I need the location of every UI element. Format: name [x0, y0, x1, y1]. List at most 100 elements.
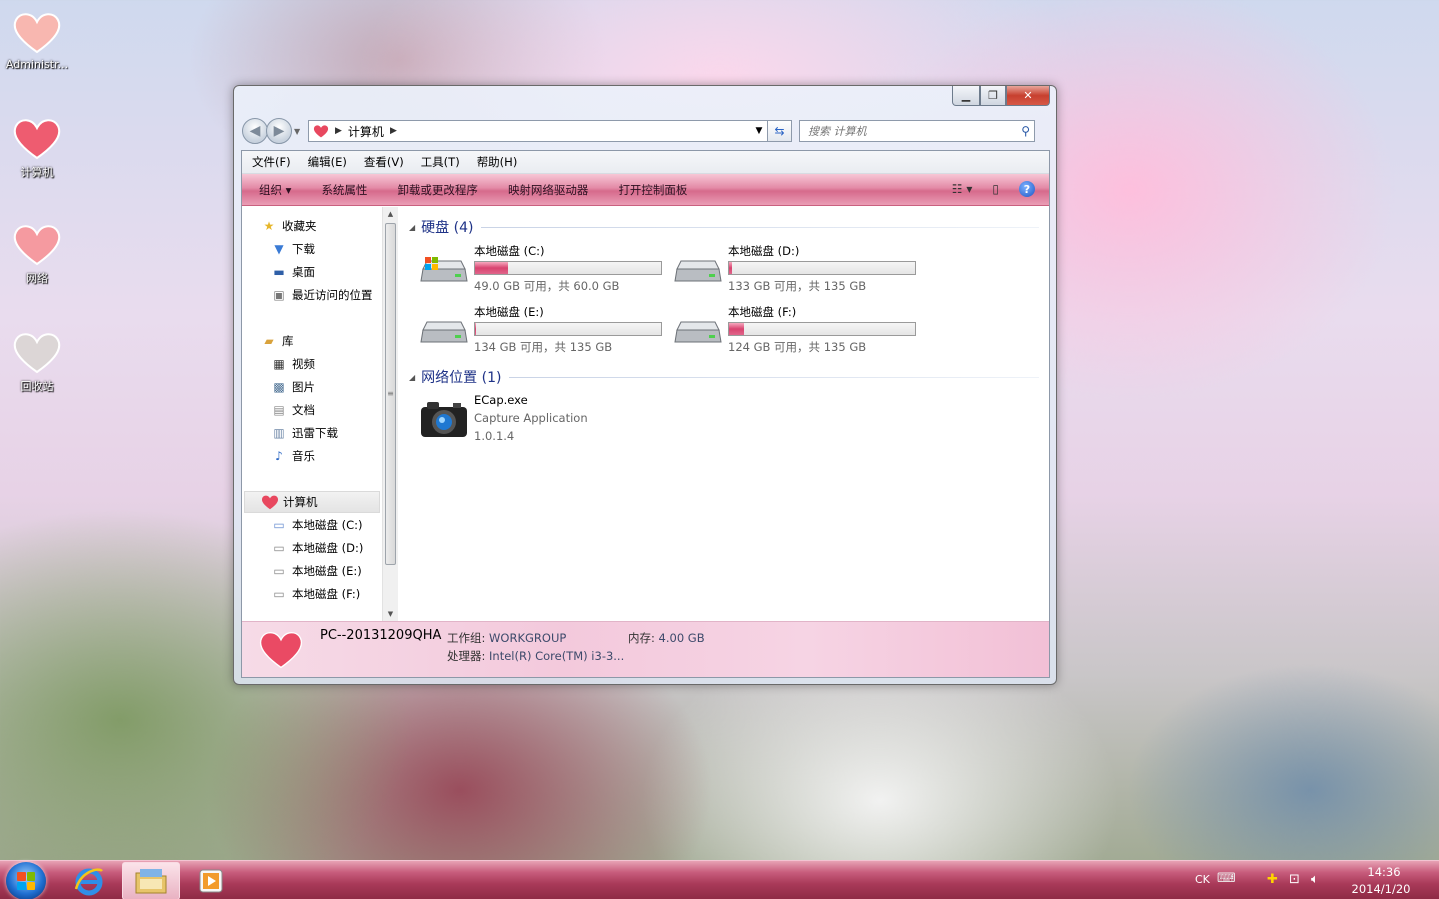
windows-logo-icon — [17, 872, 35, 890]
view-options-icon[interactable]: ☷ ▾ — [952, 182, 973, 196]
memory-label: 内存: — [628, 631, 655, 645]
breadcrumb-separator-icon[interactable]: ▶ — [390, 126, 397, 136]
address-dropdown-icon[interactable]: ▼ — [751, 126, 767, 136]
start-button[interactable] — [6, 862, 46, 899]
memory-value: 4.00 GB — [658, 631, 705, 645]
processor-value: Intel(R) Core(TM) i3-3... — [489, 649, 625, 663]
nav-documents[interactable]: ▤ 文档 — [270, 402, 315, 418]
nav-music[interactable]: ♪ 音乐 — [270, 448, 315, 464]
taskbar-internet-explorer[interactable] — [60, 862, 118, 899]
computer-heart-icon — [259, 631, 303, 669]
menu-file[interactable]: 文件(F) — [252, 154, 291, 170]
volume-icon[interactable]: 🔈︎ — [1311, 872, 1319, 887]
heart-icon — [13, 225, 61, 266]
nav-pane-scrollbar[interactable]: ▲ ≡ ▼ — [382, 207, 398, 621]
nav-computer[interactable]: 计算机 — [244, 491, 380, 513]
nav-drive-c[interactable]: ▭ 本地磁盘 (C:) — [270, 517, 362, 533]
scroll-down-arrow-icon[interactable]: ▼ — [383, 607, 398, 621]
nav-desktop-label: 桌面 — [292, 265, 315, 279]
uninstall-program-button[interactable]: 卸载或更改程序 — [397, 182, 478, 198]
drive-d[interactable]: 本地磁盘 (D:) 133 GB 可用，共 135 GB — [673, 243, 923, 299]
taskbar-windows-explorer[interactable] — [122, 862, 180, 899]
menu-edit[interactable]: 编辑(E) — [308, 154, 347, 170]
group-header-network-locations[interactable]: ◢ 网络位置 (1) — [409, 367, 1039, 387]
pictures-icon: ▩ — [273, 380, 285, 394]
refresh-button[interactable]: ⇆ — [768, 120, 792, 142]
help-icon[interactable]: ? — [1019, 181, 1035, 197]
organize-button[interactable]: 组织 ▾ — [259, 182, 291, 198]
group-header-hard-disks[interactable]: ◢ 硬盘 (4) — [409, 217, 1039, 237]
collapse-triangle-icon[interactable]: ◢ — [409, 373, 415, 382]
map-network-drive-button[interactable]: 映射网络驱动器 — [508, 182, 589, 198]
address-bar[interactable]: ▶ 计算机 ▶ ▼ — [308, 120, 768, 142]
clock-date[interactable]: 2014/1/20 — [1346, 882, 1416, 896]
drive-free-space: 134 GB 可用，共 135 GB — [474, 340, 613, 354]
command-bar: 组织 ▾ 系统属性 卸载或更改程序 映射网络驱动器 打开控制面板 ☷ ▾ ▯ ? — [242, 174, 1049, 206]
scroll-thumb[interactable]: ≡ — [385, 223, 396, 565]
security-shield-icon[interactable]: ✚ — [1267, 872, 1278, 887]
nav-favorites[interactable]: ★ 收藏夹 — [260, 218, 317, 234]
open-control-panel-button[interactable]: 打开控制面板 — [618, 182, 687, 198]
drive-f[interactable]: 本地磁盘 (F:) 124 GB 可用，共 135 GB — [673, 304, 923, 360]
nav-libraries[interactable]: ▰ 库 — [260, 333, 293, 349]
input-method-indicator[interactable]: CK — [1195, 873, 1210, 886]
recent-pages-dropdown[interactable]: ▼ — [294, 127, 304, 136]
nav-pictures-label: 图片 — [292, 380, 315, 394]
menu-bar: 文件(F) 编辑(E) 查看(V) 工具(T) 帮助(H) — [242, 151, 1049, 174]
menu-view[interactable]: 查看(V) — [364, 154, 404, 170]
nav-drive-e[interactable]: ▭ 本地磁盘 (E:) — [270, 563, 361, 579]
menu-help[interactable]: 帮助(H) — [477, 154, 518, 170]
nav-favorites-label: 收藏夹 — [282, 219, 317, 233]
nav-downloads[interactable]: ▼ 下载 — [270, 241, 315, 257]
network-item-description: Capture Application — [474, 411, 588, 425]
nav-videos[interactable]: ▦ 视频 — [270, 356, 315, 372]
group-header-label: 硬盘 (4) — [421, 220, 474, 236]
drive-free-space: 49.0 GB 可用，共 60.0 GB — [474, 279, 620, 293]
desktop-icon-administrator[interactable]: Administr... — [0, 10, 74, 71]
nav-downloads-label: 下载 — [292, 242, 315, 256]
heart-icon — [13, 119, 61, 160]
drive-icon — [674, 321, 722, 343]
system-drive-icon: ▭ — [273, 518, 285, 532]
keyboard-icon[interactable]: ⌨ — [1217, 871, 1236, 886]
close-button[interactable]: ✕ — [1006, 86, 1050, 106]
drive-icon: ▭ — [273, 541, 285, 555]
preview-pane-icon[interactable]: ▯ — [992, 182, 999, 196]
search-icon[interactable]: ⚲ — [1021, 124, 1030, 138]
refresh-icon: ⇆ — [774, 124, 785, 138]
drive-icon — [674, 260, 722, 282]
group-divider — [481, 226, 1039, 228]
menu-tools[interactable]: 工具(T) — [421, 154, 460, 170]
desktop-icon-computer[interactable]: 计算机 — [0, 116, 74, 180]
network-icon[interactable]: ⊡ — [1289, 872, 1300, 887]
heart-icon — [13, 13, 61, 54]
scroll-up-arrow-icon[interactable]: ▲ — [383, 207, 398, 221]
collapse-triangle-icon[interactable]: ◢ — [409, 223, 415, 232]
search-input[interactable] — [808, 124, 1022, 138]
nav-pictures[interactable]: ▩ 图片 — [270, 379, 315, 395]
desktop-icon-recycle-bin[interactable]: 回收站 — [0, 330, 74, 394]
documents-icon: ▤ — [273, 403, 285, 417]
breadcrumb-separator-icon[interactable]: ▶ — [335, 126, 342, 136]
drive-e[interactable]: 本地磁盘 (E:) 134 GB 可用，共 135 GB — [419, 304, 669, 360]
breadcrumb-computer[interactable]: 计算机 — [348, 123, 384, 140]
minimize-button[interactable]: ▁ — [952, 86, 980, 106]
back-button[interactable]: ◀ — [242, 118, 268, 144]
nav-thunder-downloads[interactable]: ▥ 迅雷下载 — [270, 425, 338, 441]
nav-drive-f[interactable]: ▭ 本地磁盘 (F:) — [270, 586, 360, 602]
network-item-ecap[interactable]: ECap.exe Capture Application 1.0.1.4 — [419, 393, 679, 449]
maximize-button[interactable]: ❐ — [980, 86, 1006, 106]
nav-drive-d[interactable]: ▭ 本地磁盘 (D:) — [270, 540, 363, 556]
search-box[interactable]: ⚲ — [799, 120, 1035, 142]
clock-time[interactable]: 14:36 — [1354, 865, 1414, 879]
taskbar-media-player[interactable] — [182, 862, 240, 899]
scroll-grip-icon: ≡ — [387, 389, 394, 398]
desktop-icon-network[interactable]: 网络 — [0, 222, 74, 286]
system-properties-button[interactable]: 系统属性 — [321, 182, 367, 198]
navigation-pane: ★ 收藏夹 ▼ 下载 ▬ 桌面 ▣ 最近访问的位置 ▰ 库 ▦ 视频 ▩ 图片 … — [242, 207, 398, 621]
nav-desktop[interactable]: ▬ 桌面 — [270, 264, 315, 280]
drive-name: 本地磁盘 (D:) — [728, 244, 800, 258]
forward-button[interactable]: ▶ — [266, 118, 292, 144]
nav-recent-places[interactable]: ▣ 最近访问的位置 — [270, 287, 372, 303]
drive-c[interactable]: 本地磁盘 (C:) 49.0 GB 可用，共 60.0 GB — [419, 243, 669, 299]
